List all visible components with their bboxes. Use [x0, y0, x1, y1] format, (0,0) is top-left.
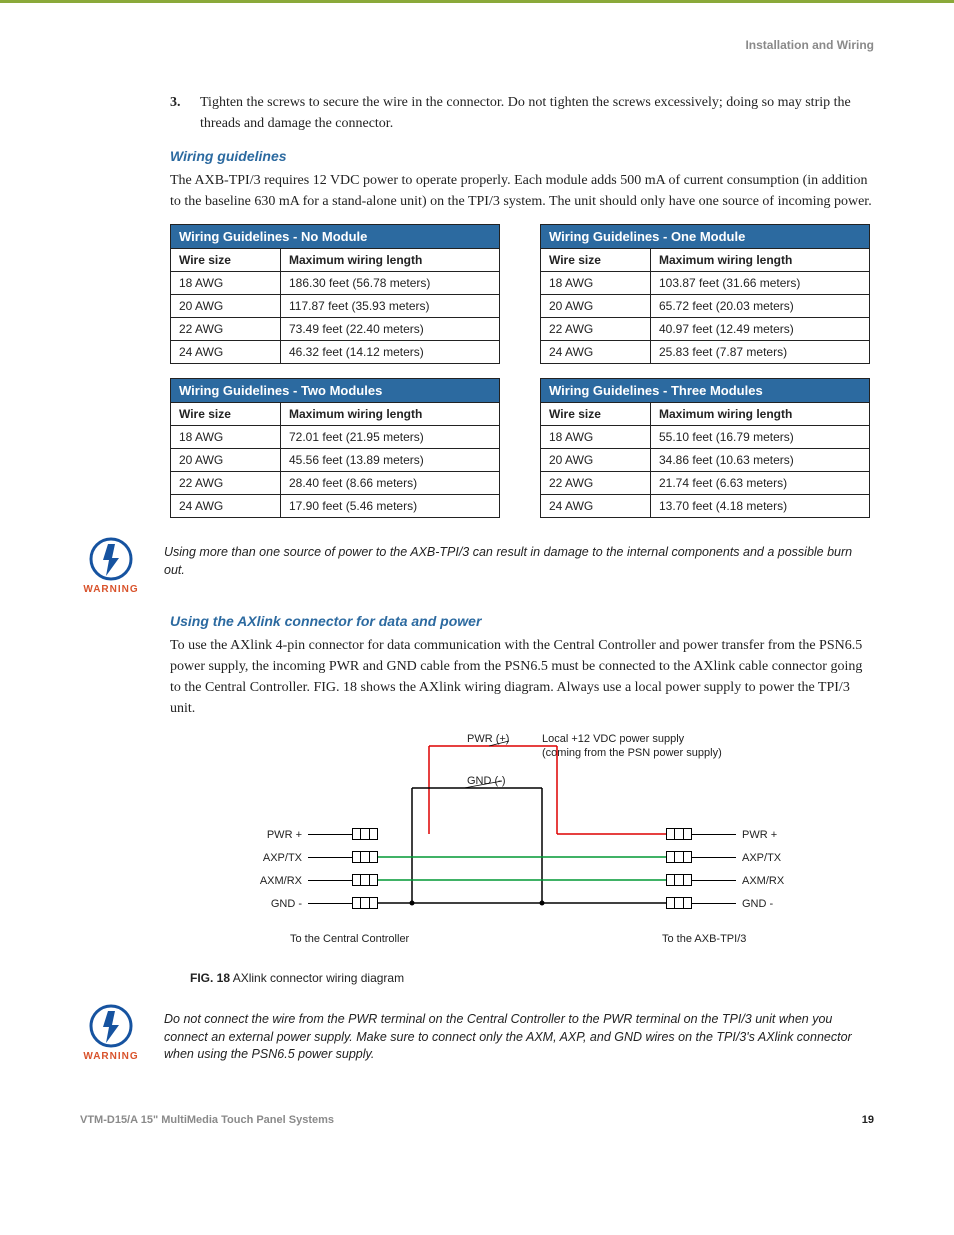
footer-page-number: 19 — [862, 1114, 874, 1126]
warning-block-1: WARNING Using more than one source of po… — [80, 536, 874, 595]
warning-label: WARNING — [80, 1051, 142, 1062]
table-row: 18 AWG72.01 feet (21.95 meters) — [171, 426, 500, 449]
warning-text-1: Using more than one source of power to t… — [164, 536, 874, 579]
table-row: 24 AWG13.70 feet (4.18 meters) — [541, 495, 870, 518]
table-row: 18 AWG186.30 feet (56.78 meters) — [171, 272, 500, 295]
table-row: 18 AWG103.87 feet (31.66 meters) — [541, 272, 870, 295]
table-row: 20 AWG65.72 feet (20.03 meters) — [541, 295, 870, 318]
label-to-central-controller: To the Central Controller — [290, 933, 409, 945]
table-row: 20 AWG117.87 feet (35.93 meters) — [171, 295, 500, 318]
warning-icon — [80, 536, 142, 582]
figure-18: PWR (+) Local +12 VDC power supply (comi… — [170, 733, 874, 985]
para-wiring-guidelines: The AXB-TPI/3 requires 12 VDC power to o… — [170, 170, 874, 212]
table-row: 20 AWG45.56 feet (13.89 meters) — [171, 449, 500, 472]
step-3: 3. Tighten the screws to secure the wire… — [170, 92, 874, 134]
warning-text-2: Do not connect the wire from the PWR ter… — [164, 1003, 874, 1064]
step-text: Tighten the screws to secure the wire in… — [200, 92, 874, 134]
warning-label: WARNING — [80, 584, 142, 595]
footer-doc-title: VTM-D15/A 15" MultiMedia Touch Panel Sys… — [80, 1114, 334, 1126]
table-one-module: Wiring Guidelines - One Module Wire size… — [540, 224, 870, 364]
heading-axlink-connector: Using the AXlink connector for data and … — [170, 613, 874, 629]
table-row: 24 AWG46.32 feet (14.12 meters) — [171, 341, 500, 364]
table-row: 22 AWG40.97 feet (12.49 meters) — [541, 318, 870, 341]
figure-caption: FIG. 18 AXlink connector wiring diagram — [170, 971, 874, 985]
para-axlink-connector: To use the AXlink 4-pin connector for da… — [170, 635, 874, 719]
header-section-title: Installation and Wiring — [80, 38, 874, 52]
table-three-modules: Wiring Guidelines - Three Modules Wire s… — [540, 378, 870, 518]
table-row: 20 AWG34.86 feet (10.63 meters) — [541, 449, 870, 472]
heading-wiring-guidelines: Wiring guidelines — [170, 148, 874, 164]
wiring-lines — [242, 733, 802, 963]
warning-icon — [80, 1003, 142, 1049]
label-to-axb-tpi3: To the AXB-TPI/3 — [662, 933, 746, 945]
warning-block-2: WARNING Do not connect the wire from the… — [80, 1003, 874, 1064]
axlink-wiring-diagram: PWR (+) Local +12 VDC power supply (comi… — [242, 733, 802, 963]
table-row: 22 AWG28.40 feet (8.66 meters) — [171, 472, 500, 495]
table-row: 22 AWG73.49 feet (22.40 meters) — [171, 318, 500, 341]
table-two-modules: Wiring Guidelines - Two Modules Wire siz… — [170, 378, 500, 518]
step-number: 3. — [170, 92, 190, 134]
table-row: 22 AWG21.74 feet (6.63 meters) — [541, 472, 870, 495]
table-row: 18 AWG55.10 feet (16.79 meters) — [541, 426, 870, 449]
table-no-module: Wiring Guidelines - No Module Wire sizeM… — [170, 224, 500, 364]
table-row: 24 AWG25.83 feet (7.87 meters) — [541, 341, 870, 364]
table-row: 24 AWG17.90 feet (5.46 meters) — [171, 495, 500, 518]
